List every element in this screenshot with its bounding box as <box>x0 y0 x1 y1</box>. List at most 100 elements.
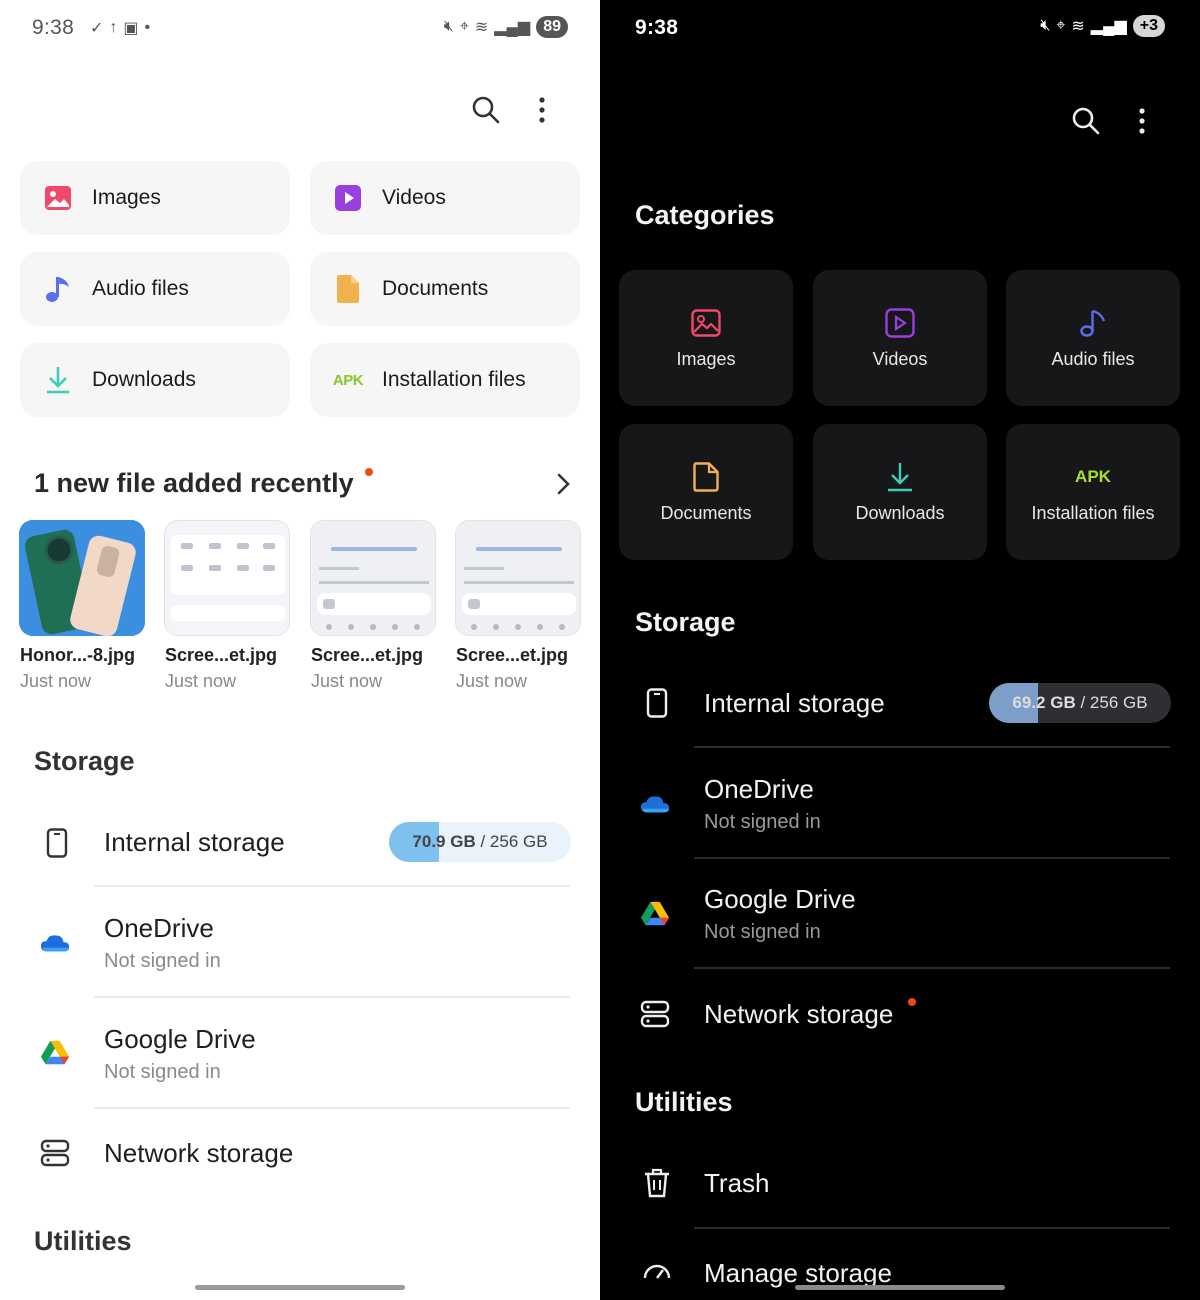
document-icon <box>334 275 362 303</box>
status-time: 9:38 <box>635 16 679 39</box>
category-videos[interactable]: Videos <box>310 161 580 235</box>
category-documents[interactable]: Documents <box>310 252 580 326</box>
category-installation-files[interactable]: APK Installation files <box>310 343 580 417</box>
category-label: Installation files <box>382 368 526 391</box>
music-note-icon <box>44 275 72 303</box>
image-icon <box>690 307 722 339</box>
divider <box>94 885 570 887</box>
chevron-right-icon[interactable] <box>552 470 578 498</box>
image-icon <box>44 184 72 212</box>
recent-file-thumbnail[interactable] <box>19 520 145 636</box>
status-system-icons: 🔇︎ ⌖ ≋ ▂▄▆ +3 <box>1040 15 1165 37</box>
download-icon <box>884 461 916 493</box>
recent-file-time: Just now <box>20 671 92 691</box>
onedrive-label[interactable]: OneDrive <box>704 774 814 805</box>
divider <box>694 857 1170 859</box>
category-downloads[interactable]: Downloads <box>813 424 987 560</box>
category-label: Images <box>676 348 736 369</box>
utilities-section-title: Utilities <box>34 1226 132 1256</box>
divider <box>694 967 1170 969</box>
wifi-icon: ≋ <box>1071 18 1085 35</box>
home-gesture-bar[interactable] <box>195 1285 405 1290</box>
storage-section-title: Storage <box>34 746 135 776</box>
internal-storage-label[interactable]: Internal storage <box>104 827 285 858</box>
category-label: Installation files <box>1031 502 1155 523</box>
recent-file-thumbnail[interactable] <box>164 520 290 636</box>
storage-total: / 256 GB <box>480 832 548 851</box>
google-drive-icon <box>640 899 670 929</box>
category-documents[interactable]: Documents <box>619 424 793 560</box>
category-label: Downloads <box>92 368 196 391</box>
google-drive-icon <box>40 1038 70 1068</box>
onedrive-label[interactable]: OneDrive <box>104 913 214 944</box>
storage-total: / 256 GB <box>1080 693 1148 712</box>
category-label: Videos <box>382 186 446 209</box>
status-system-icons: 🔇︎ ⌖ ≋ ▂▄▆ 89 <box>444 16 568 38</box>
trash-label[interactable]: Trash <box>704 1168 770 1199</box>
recent-file-time: Just now <box>165 671 237 691</box>
category-label: Audio files <box>1051 348 1135 369</box>
category-downloads[interactable]: Downloads <box>20 343 290 417</box>
search-icon[interactable] <box>468 92 504 128</box>
category-images[interactable]: Images <box>20 161 290 235</box>
network-storage-label[interactable]: Network storage <box>704 999 893 1030</box>
storage-usage-bar: 69.2 GB / 256 GB <box>989 683 1171 723</box>
trash-icon <box>642 1168 672 1198</box>
new-indicator-dot <box>908 998 916 1006</box>
category-label: Documents <box>660 502 752 523</box>
recent-files-title[interactable]: 1 new file added recently <box>34 468 354 499</box>
google-drive-status: Not signed in <box>104 1061 221 1083</box>
google-drive-label[interactable]: Google Drive <box>104 1024 256 1055</box>
divider <box>694 746 1170 748</box>
new-indicator-dot <box>365 468 373 476</box>
recent-file-name: Scree...et.jpg <box>456 645 569 665</box>
onedrive-status: Not signed in <box>104 950 221 972</box>
manage-storage-icon <box>642 1258 672 1288</box>
category-audio[interactable]: Audio files <box>1006 270 1180 406</box>
storage-used: 70.9 GB <box>412 832 476 851</box>
signal-icon: ▂▄▆ <box>494 19 531 36</box>
storage-used: 69.2 GB <box>1012 693 1076 712</box>
battery-indicator: +3 <box>1132 15 1165 37</box>
categories-section-title: Categories <box>635 200 775 230</box>
dark-theme-screen: 9:38 🔇︎ ⌖ ≋ ▂▄▆ +3 Categories Images Vid… <box>600 0 1200 1300</box>
divider <box>94 1107 570 1109</box>
onedrive-status: Not signed in <box>704 811 821 833</box>
recent-file-thumbnail[interactable] <box>310 520 436 636</box>
music-note-icon <box>1077 307 1109 339</box>
category-label: Audio files <box>92 277 189 300</box>
category-label: Downloads <box>855 502 945 523</box>
category-images[interactable]: Images <box>619 270 793 406</box>
recent-file-name: Honor...-8.jpg <box>20 645 135 665</box>
onedrive-cloud-icon <box>40 928 70 958</box>
mute-icon: 🔇︎ <box>1040 17 1051 34</box>
category-installation-files[interactable]: APK Installation files <box>1006 424 1180 560</box>
category-label: Videos <box>872 348 928 369</box>
recent-file-time: Just now <box>311 671 383 691</box>
recent-file-thumbnail[interactable] <box>455 520 581 636</box>
network-storage-icon <box>640 999 670 1029</box>
category-label: Documents <box>382 277 489 300</box>
video-icon <box>334 184 362 212</box>
google-drive-status: Not signed in <box>704 921 821 943</box>
internal-storage-label[interactable]: Internal storage <box>704 688 885 719</box>
network-storage-label[interactable]: Network storage <box>104 1138 293 1169</box>
more-options-icon[interactable] <box>1124 103 1160 139</box>
light-theme-screen: 9:38 ✓ ↑ ▣ • 🔇︎ ⌖ ≋ ▂▄▆ 89 Images Videos… <box>0 0 600 1300</box>
google-drive-label[interactable]: Google Drive <box>704 884 856 915</box>
storage-section-title: Storage <box>635 607 736 637</box>
onedrive-cloud-icon <box>640 789 670 819</box>
battery-indicator: 89 <box>536 16 568 38</box>
search-icon[interactable] <box>1068 103 1104 139</box>
storage-usage-bar: 70.9 GB / 256 GB <box>389 822 571 862</box>
home-gesture-bar[interactable] <box>795 1285 1005 1290</box>
utilities-section-title: Utilities <box>635 1087 733 1117</box>
checkmark-icon: ✓ <box>90 20 104 37</box>
category-label: Images <box>92 186 161 209</box>
recent-file-name: Scree...et.jpg <box>311 645 424 665</box>
category-videos[interactable]: Videos <box>813 270 987 406</box>
recent-file-time: Just now <box>456 671 528 691</box>
divider <box>94 996 570 998</box>
category-audio[interactable]: Audio files <box>20 252 290 326</box>
more-options-icon[interactable] <box>524 92 560 128</box>
